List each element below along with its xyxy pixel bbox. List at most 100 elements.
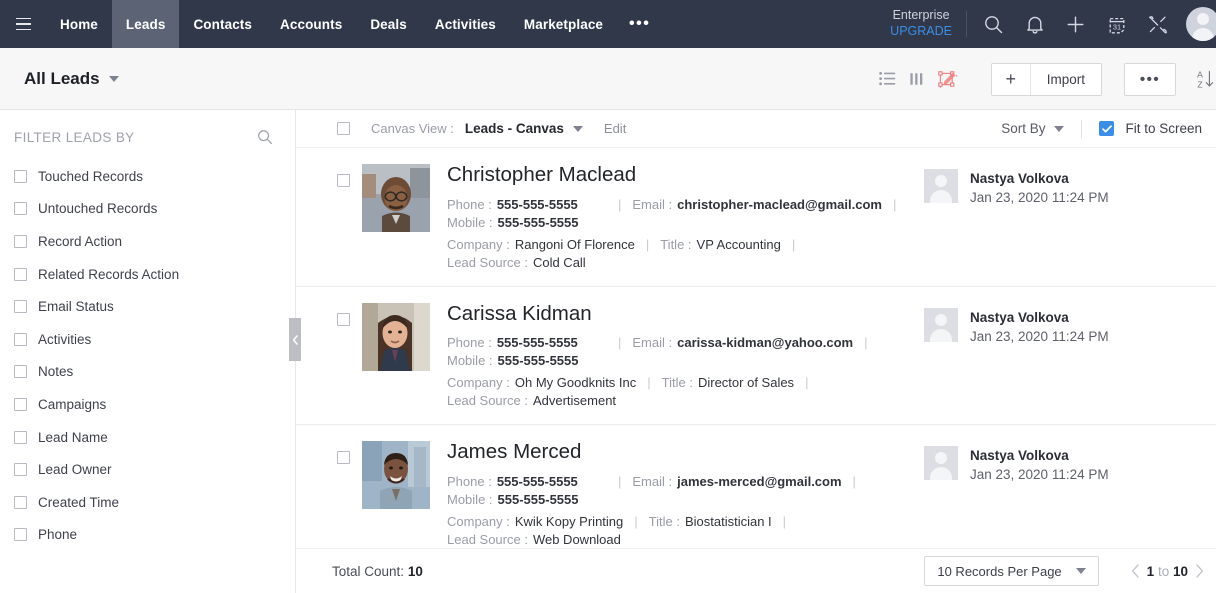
previous-page-button[interactable] bbox=[1127, 564, 1144, 578]
row-checkbox[interactable] bbox=[337, 451, 350, 464]
checkbox[interactable] bbox=[14, 496, 27, 509]
canvas-view-bar: Canvas View : Leads - Canvas Edit Sort B… bbox=[296, 110, 1216, 148]
owner-date: Jan 23, 2020 11:24 PM bbox=[970, 327, 1109, 346]
select-all-checkbox[interactable] bbox=[337, 122, 350, 135]
list-view-icon[interactable] bbox=[873, 59, 903, 99]
phone-label: Phone : bbox=[447, 196, 492, 214]
lead-details: Carissa Kidman Phone : 555-555-5555 | Em… bbox=[447, 303, 924, 411]
checkbox[interactable] bbox=[14, 268, 27, 281]
records-per-page-label: 10 Records Per Page bbox=[937, 564, 1061, 579]
records-per-page-dropdown[interactable]: 10 Records Per Page bbox=[924, 556, 1098, 586]
nav-item-deals[interactable]: Deals bbox=[356, 0, 421, 48]
lead-name[interactable]: Carissa Kidman bbox=[447, 303, 924, 326]
mobile-label: Mobile : bbox=[447, 491, 493, 509]
lead-photo bbox=[362, 164, 430, 232]
owner-info: Nastya Volkova Jan 23, 2020 11:24 PM bbox=[970, 446, 1109, 484]
filter-item-touched-records[interactable]: Touched Records bbox=[0, 160, 295, 193]
lead-source-value: Cold Call bbox=[533, 254, 586, 272]
page-navigator: 1 to 10 bbox=[1127, 564, 1208, 579]
checkbox[interactable] bbox=[14, 235, 27, 248]
checkbox[interactable] bbox=[14, 528, 27, 541]
lead-name[interactable]: James Merced bbox=[447, 441, 924, 464]
lead-source-line: Lead Source : Advertisement bbox=[447, 392, 924, 410]
nav-item-contacts[interactable]: Contacts bbox=[179, 0, 266, 48]
filter-item-record-action[interactable]: Record Action bbox=[0, 225, 295, 258]
next-page-button[interactable] bbox=[1191, 564, 1208, 578]
page-to-word: to bbox=[1158, 564, 1169, 579]
title-value: VP Accounting bbox=[697, 236, 781, 254]
lead-record-row[interactable]: James Merced Phone : 555-555-5555 | Emai… bbox=[296, 425, 1216, 548]
checkbox[interactable] bbox=[14, 300, 27, 313]
owner-avatar bbox=[924, 446, 958, 480]
notification-bell-icon[interactable] bbox=[1014, 0, 1055, 48]
nav-item-accounts[interactable]: Accounts bbox=[266, 0, 356, 48]
filter-item-lead-name[interactable]: Lead Name bbox=[0, 421, 295, 454]
checkbox[interactable] bbox=[14, 398, 27, 411]
row-checkbox[interactable] bbox=[337, 174, 350, 187]
nav-overflow-icon[interactable]: ••• bbox=[617, 0, 662, 48]
more-actions-button[interactable]: ••• bbox=[1124, 63, 1176, 96]
filter-label: Untouched Records bbox=[38, 201, 157, 216]
filter-item-campaigns[interactable]: Campaigns bbox=[0, 388, 295, 421]
filter-item-created-time[interactable]: Created Time bbox=[0, 486, 295, 519]
page-body: FILTER LEADS BY Touched Records Untouche… bbox=[0, 110, 1216, 593]
nav-item-home[interactable]: Home bbox=[46, 0, 112, 48]
fit-to-screen-label: Fit to Screen bbox=[1125, 121, 1202, 136]
company-value: Oh My Goodknits Inc bbox=[515, 374, 636, 392]
checkbox[interactable] bbox=[14, 202, 27, 215]
lead-source-label: Lead Source : bbox=[447, 254, 528, 272]
nav-item-activities[interactable]: Activities bbox=[421, 0, 510, 48]
sort-by-dropdown[interactable]: Sort By bbox=[1001, 121, 1064, 136]
list-footer: Total Count: 10 10 Records Per Page 1 to… bbox=[296, 548, 1216, 593]
module-toolbar: All Leads bbox=[0, 48, 1216, 110]
filter-item-email-status[interactable]: Email Status bbox=[0, 290, 295, 323]
list-view-selector[interactable]: All Leads bbox=[24, 69, 119, 89]
owner-avatar bbox=[924, 169, 958, 203]
phone-field: Phone : 555-555-5555 bbox=[447, 334, 607, 352]
lead-name[interactable]: Christopher Maclead bbox=[447, 164, 924, 187]
lead-record-row[interactable]: Christopher Maclead Phone : 555-555-5555… bbox=[296, 148, 1216, 287]
calendar-icon[interactable]: 31 bbox=[1096, 0, 1137, 48]
add-icon[interactable] bbox=[1055, 0, 1096, 48]
user-avatar[interactable] bbox=[1186, 7, 1216, 41]
nav-item-leads[interactable]: Leads bbox=[112, 0, 180, 48]
create-lead-button[interactable]: + bbox=[992, 64, 1031, 95]
filter-search-icon[interactable] bbox=[257, 129, 273, 145]
lead-mobile-line: Mobile : 555-555-5555 bbox=[447, 491, 924, 509]
canvas-view-selector[interactable]: Leads - Canvas bbox=[465, 121, 583, 136]
search-icon[interactable] bbox=[973, 0, 1014, 48]
import-button[interactable]: Import bbox=[1031, 64, 1101, 95]
row-checkbox[interactable] bbox=[337, 313, 350, 326]
filter-item-related-records-action[interactable]: Related Records Action bbox=[0, 258, 295, 291]
checkbox[interactable] bbox=[14, 170, 27, 183]
hamburger-menu-icon[interactable] bbox=[0, 0, 46, 48]
canvas-view-icon[interactable] bbox=[933, 59, 963, 99]
filter-item-lead-owner[interactable]: Lead Owner bbox=[0, 453, 295, 486]
nav-item-marketplace[interactable]: Marketplace bbox=[510, 0, 617, 48]
sort-az-icon[interactable]: A Z bbox=[1190, 59, 1216, 99]
checkbox[interactable] bbox=[14, 333, 27, 346]
owner-name: Nastya Volkova bbox=[970, 308, 1109, 327]
checkbox[interactable] bbox=[14, 365, 27, 378]
setup-tools-icon[interactable] bbox=[1137, 0, 1178, 48]
mobile-label: Mobile : bbox=[447, 352, 493, 370]
chevron-down-icon bbox=[109, 76, 119, 82]
lead-record-row[interactable]: Carissa Kidman Phone : 555-555-5555 | Em… bbox=[296, 287, 1216, 426]
lead-source-line: Lead Source : Cold Call bbox=[447, 254, 924, 272]
filter-item-phone[interactable]: Phone bbox=[0, 519, 295, 552]
email-value: james-merced@gmail.com bbox=[677, 473, 841, 491]
checkbox[interactable] bbox=[14, 431, 27, 444]
kanban-view-icon[interactable] bbox=[903, 59, 933, 99]
filter-label: Touched Records bbox=[38, 169, 143, 184]
sidebar-collapse-handle[interactable] bbox=[289, 318, 301, 361]
checkbox[interactable] bbox=[14, 463, 27, 476]
title-field: Title : Director of Sales bbox=[662, 374, 794, 392]
filter-item-untouched-records[interactable]: Untouched Records bbox=[0, 193, 295, 226]
fit-to-screen-checkbox[interactable] bbox=[1099, 121, 1114, 136]
nav-label: Accounts bbox=[280, 17, 342, 32]
edit-canvas-link[interactable]: Edit bbox=[604, 121, 626, 136]
filter-item-activities[interactable]: Activities bbox=[0, 323, 295, 356]
upgrade-link[interactable]: UPGRADE bbox=[890, 24, 952, 40]
filter-item-notes[interactable]: Notes bbox=[0, 356, 295, 389]
lead-source-line: Lead Source : Web Download bbox=[447, 531, 924, 548]
